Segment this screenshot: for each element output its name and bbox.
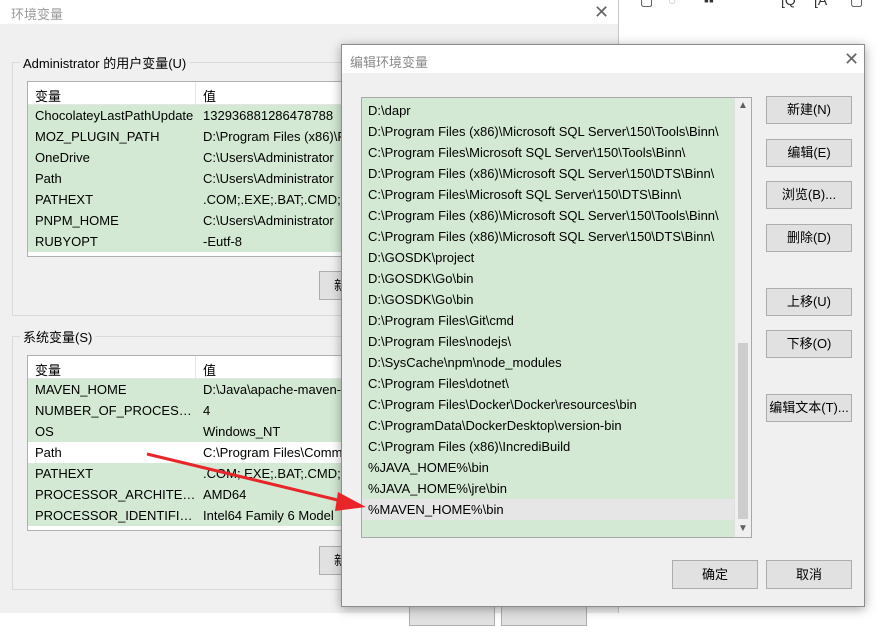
annotation-arrow-icon bbox=[146, 452, 366, 511]
